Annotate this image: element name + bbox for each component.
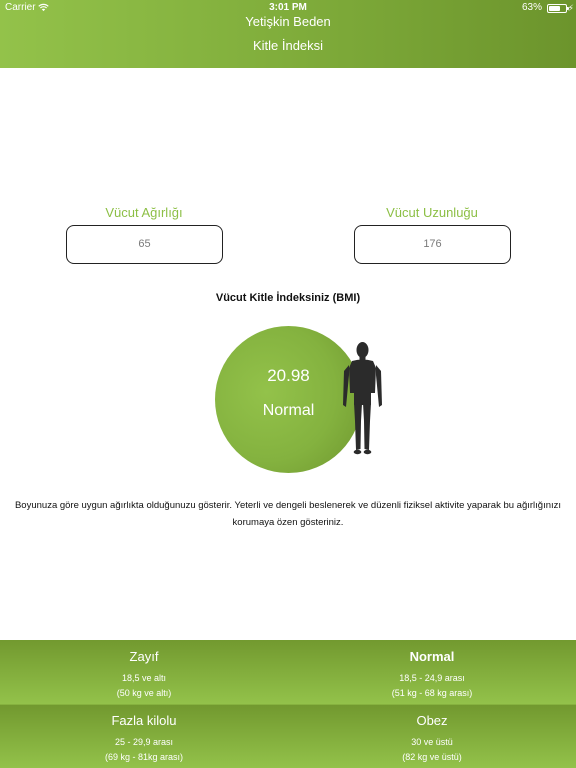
- legend-item-obese: Obez 30 ve üstü (82 kg ve üstü): [288, 704, 576, 768]
- legend-category-name: Obez: [416, 713, 448, 728]
- height-label: Vücut Uzunluğu: [386, 205, 478, 220]
- charging-icon: ⚡: [567, 3, 574, 13]
- weight-input[interactable]: 65: [66, 225, 223, 264]
- app-header: Carrier 3:01 PM 63% ⚡ Yetişkin Beden Kit…: [0, 0, 576, 68]
- legend-category-name: Normal: [409, 649, 455, 664]
- human-figure-icon: [343, 342, 382, 455]
- legend-bmi-range: 25 - 29,9 arası: [114, 737, 174, 747]
- legend-category-name: Fazla kilolu: [111, 713, 177, 728]
- legend-weight-range: (82 kg ve üstü): [402, 752, 462, 762]
- legend-bmi-range: 18,5 ve altı: [121, 673, 167, 683]
- page-subtitle: Kitle İndeksi: [252, 38, 324, 53]
- legend-bmi-range: 30 ve üstü: [411, 737, 453, 747]
- status-time: 3:01 PM: [269, 2, 307, 13]
- battery-percent: 63%: [521, 2, 542, 13]
- bmi-description: Boyunuza göre uygun ağırlıkta olduğunuzu…: [14, 500, 562, 528]
- bmi-legend: Zayıf 18,5 ve altı (50 kg ve altı) Norma…: [0, 640, 576, 768]
- battery-icon: [547, 4, 569, 13]
- legend-category-name: Zayıf: [129, 649, 159, 664]
- legend-bmi-range: 18,5 - 24,9 arası: [399, 673, 465, 683]
- bmi-heading: Vücut Kitle İndeksiniz (BMI): [215, 292, 361, 304]
- legend-weight-range: (51 kg - 68 kg arası): [391, 688, 473, 698]
- legend-weight-range: (69 kg - 81kg arası): [104, 752, 184, 762]
- legend-item-normal: Normal 18,5 - 24,9 arası (51 kg - 68 kg …: [288, 640, 576, 704]
- weight-label: Vücut Ağırlığı: [105, 205, 183, 220]
- legend-item-underweight: Zayıf 18,5 ve altı (50 kg ve altı): [0, 640, 288, 704]
- legend-item-overweight: Fazla kilolu 25 - 29,9 arası (69 kg - 81…: [0, 704, 288, 768]
- page-title: Yetişkin Beden: [245, 14, 331, 29]
- legend-weight-range: (50 kg ve altı): [116, 688, 172, 698]
- height-input[interactable]: 176: [354, 225, 511, 264]
